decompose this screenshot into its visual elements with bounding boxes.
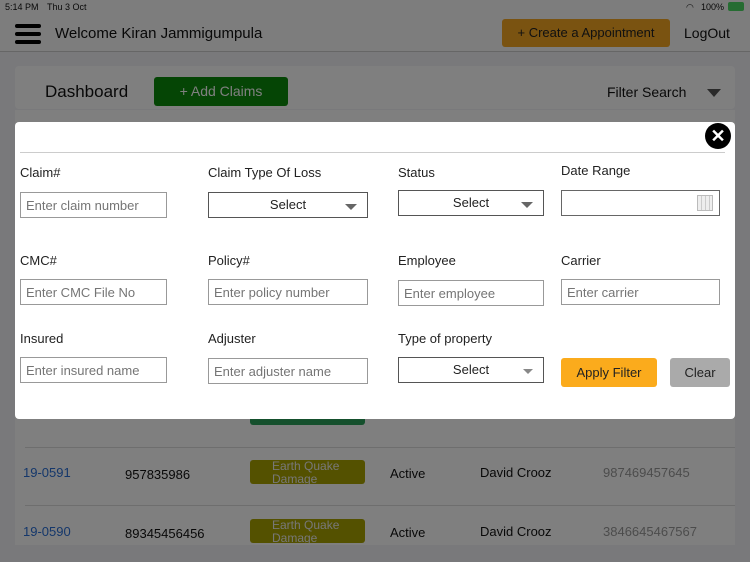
calendar-icon[interactable] bbox=[697, 195, 713, 211]
property-type-select[interactable]: Select bbox=[398, 357, 544, 383]
close-icon[interactable]: ✕ bbox=[705, 123, 731, 149]
date-range-input[interactable] bbox=[561, 190, 720, 216]
carrier-input[interactable] bbox=[561, 279, 720, 305]
claim-label: Claim# bbox=[20, 165, 61, 180]
policy-label: Policy# bbox=[208, 253, 250, 268]
select-value: Select bbox=[452, 195, 490, 210]
adjuster-label: Adjuster bbox=[208, 331, 256, 346]
insured-label: Insured bbox=[20, 331, 64, 346]
select-value: Select bbox=[452, 362, 490, 377]
claim-type-loss-select[interactable]: Select bbox=[208, 192, 368, 218]
date-range-label: Date Range bbox=[561, 163, 631, 178]
cmc-label: CMC# bbox=[20, 253, 57, 268]
cmc-input[interactable] bbox=[20, 279, 167, 305]
claim-number-input[interactable] bbox=[20, 192, 167, 218]
filter-modal: ✕ Claim# Claim Type Of Loss Select Statu… bbox=[15, 122, 735, 419]
chevron-down-icon bbox=[521, 202, 533, 208]
claim-type-loss-label: Claim Type Of Loss bbox=[208, 165, 322, 180]
chevron-down-icon bbox=[523, 369, 533, 374]
apply-filter-button[interactable]: Apply Filter bbox=[561, 358, 657, 387]
property-type-label: Type of property bbox=[398, 331, 492, 346]
clear-button[interactable]: Clear bbox=[670, 358, 730, 387]
policy-input[interactable] bbox=[208, 279, 368, 305]
divider bbox=[20, 152, 725, 153]
status-label: Status bbox=[398, 165, 435, 180]
status-select[interactable]: Select bbox=[398, 190, 544, 216]
select-value: Select bbox=[269, 197, 307, 212]
insured-input[interactable] bbox=[20, 357, 167, 383]
employee-label: Employee bbox=[398, 253, 456, 268]
chevron-down-icon bbox=[345, 204, 357, 210]
carrier-label: Carrier bbox=[561, 253, 601, 268]
employee-input[interactable] bbox=[398, 280, 544, 306]
adjuster-input[interactable] bbox=[208, 358, 368, 384]
